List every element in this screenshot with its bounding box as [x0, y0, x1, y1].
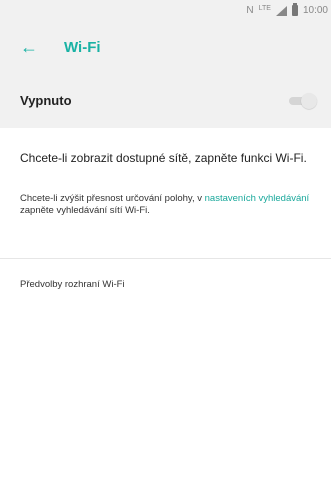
- back-arrow-icon[interactable]: ←: [20, 37, 38, 58]
- nfc-icon: N: [246, 5, 254, 16]
- divider: [0, 258, 331, 259]
- battery-icon: [291, 3, 298, 16]
- wifi-toggle-switch[interactable]: [289, 93, 321, 109]
- toggle-row-extension: [0, 118, 331, 128]
- message-detail-suffix: zapněte vyhledávání sítí Wi-Fi.: [20, 205, 150, 216]
- wifi-status-label: Vypnuto: [20, 93, 72, 108]
- lte-icon: LTE: [258, 4, 271, 12]
- signal-icon: [275, 5, 287, 16]
- wifi-preferences-item[interactable]: Předvolby rozhraní Wi-Fi: [20, 279, 125, 290]
- page-title: Wi-Fi: [64, 39, 101, 56]
- switch-thumb: [301, 93, 317, 109]
- status-bar: N LTE 10:00: [0, 0, 331, 24]
- message-detail-prefix: Chcete-li zvýšit přesnost určování poloh…: [20, 193, 205, 204]
- wifi-toggle-row[interactable]: Vypnuto: [0, 84, 331, 118]
- location-accuracy-message: Chcete-li zvýšit přesnost určování poloh…: [20, 193, 310, 217]
- app-bar: ← Wi-Fi: [0, 24, 331, 84]
- wifi-off-message: Chcete-li zobrazit dostupné sítě, zapnět…: [20, 151, 307, 165]
- status-time: 10:00: [302, 5, 328, 16]
- scanning-settings-link[interactable]: nastaveních vyhledávání: [205, 193, 310, 204]
